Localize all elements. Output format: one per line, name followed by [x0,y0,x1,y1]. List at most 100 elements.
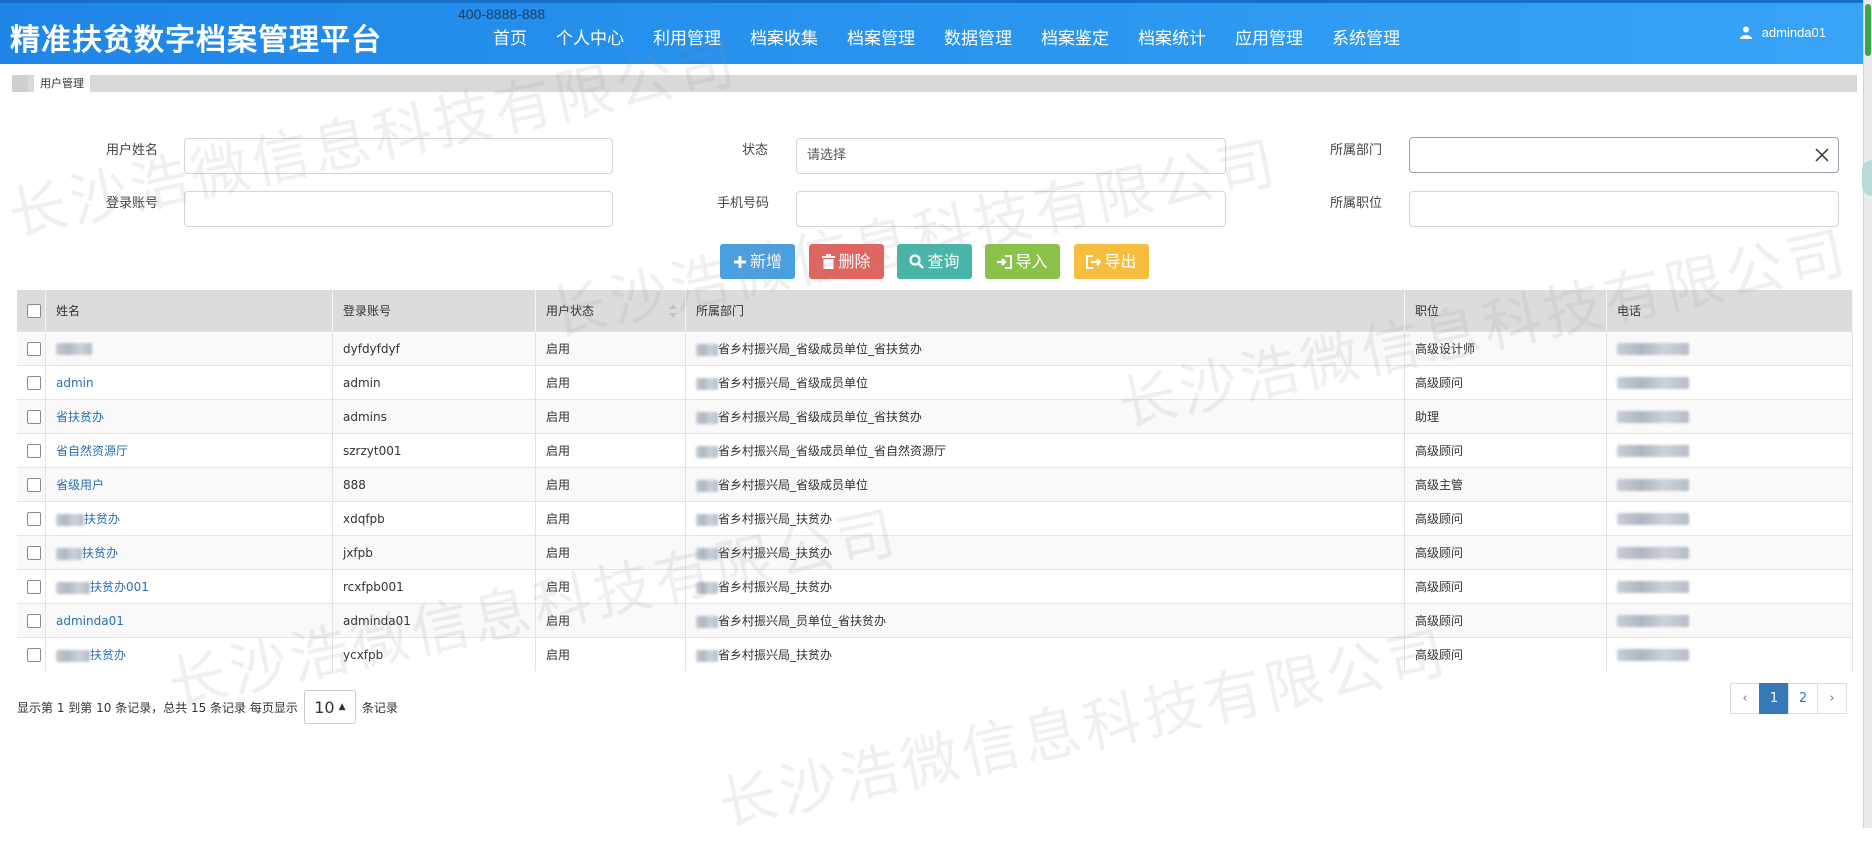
add-button[interactable]: 新增 [720,244,795,279]
row-checkbox[interactable] [27,545,41,560]
status-select[interactable]: 请选择 [796,138,1226,174]
user-name-link[interactable]: 扶贫办 [56,648,126,662]
clear-icon[interactable] [1814,147,1830,163]
user-name-text: 省自然资源厅 [56,444,129,458]
nav-usage-management[interactable]: 利用管理 [653,24,721,49]
row-checkbox[interactable] [27,477,41,492]
user-name-link[interactable]: 扶贫办001 [56,580,149,594]
cell-name [45,331,333,366]
export-button[interactable]: 导出 [1074,244,1149,279]
page-1-button[interactable]: 1 [1759,683,1789,714]
row-checkbox[interactable] [27,579,41,594]
row-checkbox[interactable] [27,613,41,628]
redacted-text [696,479,718,492]
col-status[interactable]: 用户状态 [535,290,686,332]
user-menu[interactable]: adminda01 [1739,25,1826,40]
table-row[interactable]: dyfdyfdyf 启用 省乡村振兴局_省级成员单位_省扶贫办 高级设计师 [17,331,1853,366]
delete-button[interactable]: 删除 [809,244,884,279]
page-size-value: 10 [314,697,335,717]
user-name-link[interactable] [56,342,92,356]
breadcrumb-icon [12,75,28,92]
user-name-link[interactable]: adminda01 [56,614,124,628]
export-icon [1086,254,1102,269]
user-name-label: 用户姓名 [106,143,159,158]
col-position[interactable]: 职位 [1404,290,1607,332]
cell-name: 扶贫办 [45,535,333,570]
nav-archive-management[interactable]: 档案管理 [847,24,915,49]
row-checkbox[interactable] [27,375,41,390]
select-all-checkbox[interactable] [27,303,41,318]
user-name-text: 扶贫办 [90,648,127,662]
row-checkbox[interactable] [27,443,41,458]
user-name-link[interactable]: 扶贫办 [56,546,118,560]
cell-phone [1606,501,1853,536]
col-status-label: 用户状态 [546,304,595,318]
user-name-link[interactable]: admin [56,376,94,390]
cell-phone [1606,433,1853,468]
col-dept[interactable]: 所属部门 [685,290,1405,332]
user-name-link[interactable]: 扶贫办 [56,512,120,526]
redacted-text [696,343,718,356]
nav-app-management[interactable]: 应用管理 [1235,24,1303,49]
prev-page-button[interactable]: ‹ [1730,683,1760,714]
table-row[interactable]: admin admin 启用 省乡村振兴局_省级成员单位 高级顾问 [17,365,1853,400]
user-name-link[interactable]: 省级用户 [56,478,104,492]
table-row[interactable]: 扶贫办 xdqfpb 启用 省乡村振兴局_扶贫办 高级顾问 [17,501,1853,536]
dept-select[interactable] [1409,137,1839,173]
row-checkbox[interactable] [27,647,41,662]
nav-home[interactable]: 首页 [493,24,527,49]
scrollbar-thumb[interactable] [1865,4,1871,56]
side-float-handle[interactable] [1862,160,1872,196]
cell-name: 扶贫办 [45,637,333,671]
user-name-link[interactable]: 省自然资源厅 [56,444,128,458]
add-button-label: 新增 [749,252,782,271]
dept-text: 省乡村振兴局_员单位_省扶贫办 [718,614,887,628]
cell-status: 启用 [535,569,686,604]
table-row[interactable]: 省自然资源厅 szrzyt001 启用 省乡村振兴局_省级成员单位_省自然资源厅 高级顾… [17,433,1853,468]
cell-dept: 省乡村振兴局_扶贫办 [685,637,1405,671]
breadcrumb-tab-user-management[interactable]: 用户管理 [34,75,90,92]
nav-archive-collection[interactable]: 档案收集 [750,24,818,49]
cell-position: 高级顾问 [1404,535,1607,570]
table-row[interactable]: 省级用户 888 启用 省乡村振兴局_省级成员单位 高级主管 [17,467,1853,502]
table-row[interactable]: 扶贫办 ycxfpb 启用 省乡村振兴局_扶贫办 高级顾问 [17,637,1853,671]
nav-archive-statistics[interactable]: 档案统计 [1138,24,1206,49]
col-name[interactable]: 姓名 [45,290,333,332]
nav-system-management[interactable]: 系统管理 [1332,24,1400,49]
col-login[interactable]: 登录账号 [332,290,536,332]
user-name-link[interactable]: 省扶贫办 [56,410,104,424]
cell-name: 扶贫办 [45,501,333,536]
next-page-button[interactable]: › [1817,683,1847,714]
import-button[interactable]: 导入 [985,244,1060,279]
nav-data-management[interactable]: 数据管理 [944,24,1012,49]
user-name-input[interactable] [184,138,613,174]
page-size-dropdown[interactable]: 10 ▲ [303,690,356,724]
nav-archive-appraisal[interactable]: 档案鉴定 [1041,24,1109,49]
page-info: 显示第 1 到第 10 条记录，总共 15 条记录 每页显示 10 ▲ 条记录 [17,690,398,724]
sort-icon[interactable] [669,304,677,318]
cell-status: 启用 [535,501,686,536]
export-button-label: 导出 [1104,252,1137,271]
phone-input[interactable] [796,191,1226,227]
col-phone[interactable]: 电话 [1606,290,1853,332]
table-row[interactable]: 扶贫办001 rcxfpb001 启用 省乡村振兴局_扶贫办 高级顾问 [17,569,1853,604]
window-scrollbar[interactable] [1863,0,1872,828]
row-checkbox[interactable] [27,511,41,526]
redacted-text [56,547,82,560]
login-input[interactable] [184,191,613,227]
cell-login: 888 [332,467,536,502]
query-button[interactable]: 查询 [897,244,972,279]
table-row[interactable]: 扶贫办 jxfpb 启用 省乡村振兴局_扶贫办 高级顾问 [17,535,1853,570]
nav-personal-center[interactable]: 个人中心 [556,24,624,49]
row-checkbox[interactable] [27,341,41,356]
table-row[interactable]: 省扶贫办 admins 启用 省乡村振兴局_省级成员单位_省扶贫办 助理 [17,399,1853,434]
query-button-label: 查询 [927,252,960,271]
redacted-phone [1617,479,1689,491]
page-2-button[interactable]: 2 [1788,683,1818,714]
table-row[interactable]: adminda01 adminda01 启用 省乡村振兴局_员单位_省扶贫办 高级顾问 [17,603,1853,638]
cell-dept: 省乡村振兴局_省级成员单位 [685,365,1405,400]
cell-position: 高级顾问 [1404,365,1607,400]
row-checkbox[interactable] [27,409,41,424]
cell-login: jxfpb [332,535,536,570]
position-input[interactable] [1409,191,1839,227]
